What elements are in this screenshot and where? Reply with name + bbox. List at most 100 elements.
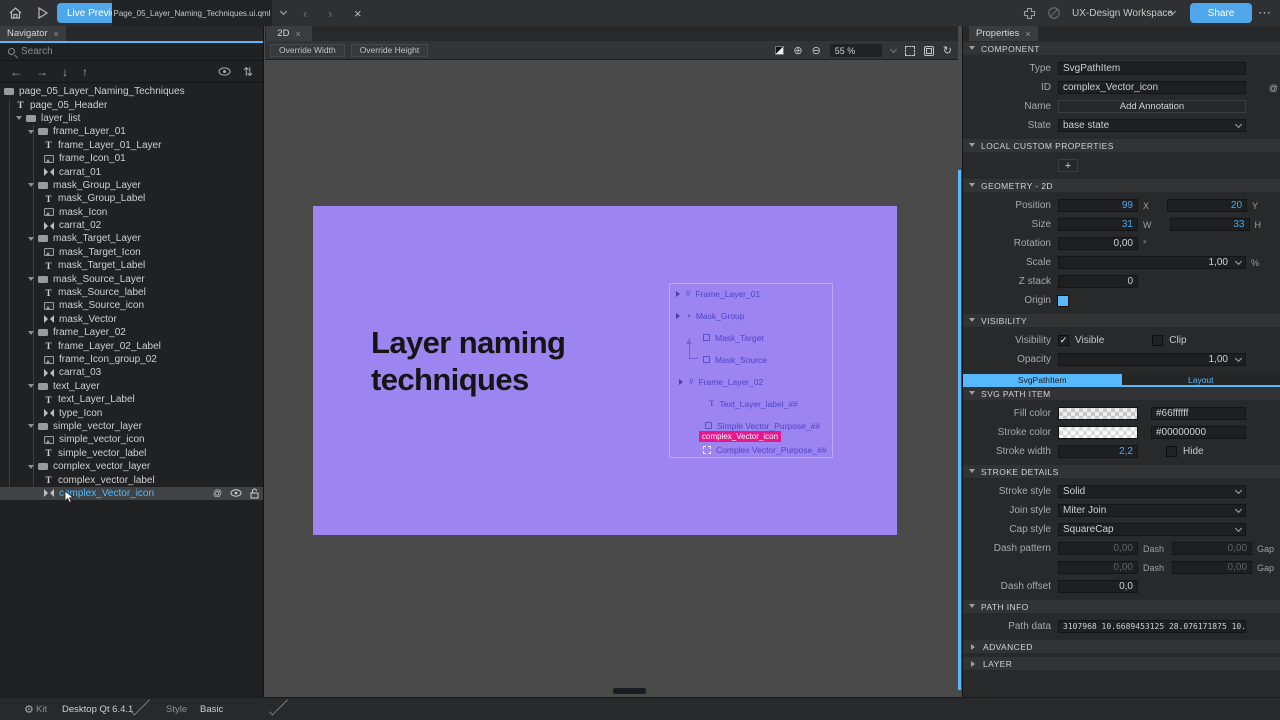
tab-navigator[interactable]: Navigator × (0, 26, 66, 41)
tree-item[interactable]: Ttext_Layer_Label (0, 393, 263, 406)
tree-item[interactable]: carrat_03 (0, 366, 263, 379)
clip-checkbox[interactable] (1152, 335, 1163, 346)
section-svg-path-item[interactable]: SVG PATH ITEM (963, 387, 1280, 400)
section-visibility[interactable]: VISIBILITY (963, 314, 1280, 327)
close-tab-icon[interactable]: × (295, 29, 300, 39)
tree-item[interactable]: layer_list (0, 112, 263, 125)
panel-resize-divider[interactable] (958, 170, 961, 690)
tree-item[interactable]: Tpage_05_Header (0, 98, 263, 111)
close-tab-icon[interactable]: × (1025, 29, 1030, 39)
add-annotation-button[interactable]: Add Annotation (1058, 100, 1246, 113)
tree-item-selected[interactable]: complex_Vector_icon @ (0, 487, 263, 500)
move-left-icon[interactable]: ← (10, 65, 22, 79)
path-data-field[interactable]: 3107968 10.6689453125 28.076171875 10.66… (1058, 620, 1246, 633)
position-y-field[interactable]: 20 (1167, 199, 1247, 212)
section-layer[interactable]: LAYER (963, 657, 1280, 670)
visible-checkbox[interactable]: ✓ (1058, 335, 1069, 346)
section-advanced[interactable]: ADVANCED (963, 640, 1280, 653)
zoom-in-icon[interactable]: ⊕ (793, 44, 802, 57)
section-path-info[interactable]: PATH INFO (963, 600, 1280, 613)
tree-item[interactable]: Tmask_Source_label (0, 286, 263, 299)
dash-field[interactable]: 0,00 (1058, 561, 1138, 574)
artboard[interactable]: Layer naming techniques #Frame_Layer_01 … (313, 206, 897, 535)
zoom-chevron-icon[interactable] (890, 45, 897, 52)
workspace-selector[interactable]: UX-Design Workspace (1072, 0, 1173, 26)
tab-svgpathitem[interactable]: SvgPathItem (963, 374, 1122, 385)
tab-properties[interactable]: Properties × (969, 26, 1038, 41)
id-field[interactable]: complex_Vector_icon (1058, 81, 1246, 94)
fill-color-swatch[interactable] (1058, 407, 1138, 420)
stroke-color-swatch[interactable] (1058, 426, 1138, 439)
section-geometry[interactable]: GEOMETRY - 2D (963, 179, 1280, 192)
file-tab[interactable]: Page_05_Layer_Naming_Techniques.ui.qml (112, 0, 272, 26)
move-right-icon[interactable]: → (36, 65, 48, 79)
style-select[interactable]: Basic (200, 698, 223, 720)
type-field[interactable]: SvgPathItem (1058, 62, 1246, 75)
tree-item[interactable]: page_05_Layer_Naming_Techniques (0, 85, 263, 98)
close-tab-icon[interactable]: × (54, 29, 59, 39)
sort-icon[interactable]: ⇅ (243, 65, 253, 79)
search-input[interactable]: Search (21, 46, 53, 57)
tab-2d[interactable]: 2D × (266, 26, 312, 41)
fit-screen-icon[interactable] (905, 46, 915, 56)
stroke-hex-field[interactable]: #00000000 (1151, 426, 1246, 439)
cap-style-dropdown[interactable]: SquareCap (1058, 523, 1246, 536)
annotation-icon[interactable]: @ (1269, 83, 1278, 93)
lock-icon[interactable] (250, 488, 259, 499)
tree-item[interactable]: mask_Icon (0, 206, 263, 219)
forward-icon[interactable]: › (328, 0, 332, 26)
rotation-field[interactable]: 0,00 (1058, 237, 1138, 250)
dash-field[interactable]: 0,00 (1058, 542, 1138, 555)
close-document-icon[interactable]: × (354, 0, 362, 26)
zoom-level-select[interactable]: 55 % (830, 44, 882, 57)
kit-select[interactable]: Desktop Qt 6.4.1 (62, 698, 133, 720)
size-w-field[interactable]: 31 (1058, 218, 1138, 231)
stroke-width-field[interactable]: 2,2 (1058, 445, 1138, 458)
origin-selector[interactable] (1058, 296, 1068, 306)
home-icon[interactable] (8, 0, 23, 26)
dash-offset-field[interactable]: 0,0 (1058, 580, 1138, 593)
zoom-selection-icon[interactable] (924, 46, 934, 56)
section-component[interactable]: COMPONENT (963, 42, 1280, 55)
tree-item[interactable]: mask_Vector (0, 313, 263, 326)
tree-item[interactable]: Tsimple_vector_label (0, 447, 263, 460)
tree-item[interactable]: Tmask_Target_Label (0, 259, 263, 272)
section-stroke-details[interactable]: STROKE DETAILS (963, 465, 1280, 478)
tree-item[interactable]: mask_Target_Layer (0, 232, 263, 245)
move-down-icon[interactable]: ↓ (62, 65, 68, 79)
play-icon[interactable] (36, 0, 49, 26)
visibility-toggle-icon[interactable] (218, 67, 231, 76)
gap-field[interactable]: 0,00 (1172, 561, 1252, 574)
opacity-dropdown[interactable]: 1,00 (1058, 353, 1246, 366)
tree-item[interactable]: mask_Group_Layer (0, 179, 263, 192)
zoom-out-icon[interactable]: ⊖ (812, 44, 821, 57)
tree-item[interactable]: carrat_01 (0, 165, 263, 178)
position-x-field[interactable]: 99 (1058, 199, 1138, 212)
tree-item[interactable]: simple_vector_icon (0, 433, 263, 446)
eye-icon[interactable] (230, 489, 242, 497)
fill-hex-field[interactable]: #66ffffff (1151, 407, 1246, 420)
stroke-style-dropdown[interactable]: Solid (1058, 485, 1246, 498)
workspace-chevron-icon[interactable] (1170, 0, 1175, 26)
zstack-field[interactable]: 0 (1058, 275, 1138, 288)
override-width-button[interactable]: Override Width (270, 44, 345, 57)
hide-checkbox[interactable] (1166, 446, 1177, 457)
move-up-icon[interactable]: ↑ (82, 65, 88, 79)
share-button[interactable]: Share (1190, 3, 1252, 23)
reset-view-icon[interactable]: ↻ (943, 44, 952, 57)
state-dropdown[interactable]: base state (1058, 119, 1246, 132)
search-row[interactable]: Search (0, 43, 263, 61)
file-dropdown-chevron-icon[interactable] (281, 0, 286, 26)
size-h-field[interactable]: 33 (1170, 218, 1250, 231)
scale-dropdown[interactable]: 1,00 (1058, 256, 1246, 269)
tree-item[interactable]: mask_Source_icon (0, 299, 263, 312)
tree-item[interactable]: frame_Icon_group_02 (0, 353, 263, 366)
tree-item[interactable]: complex_vector_layer (0, 460, 263, 473)
tree-item[interactable]: carrat_02 (0, 219, 263, 232)
tree-item[interactable]: mask_Source_Layer (0, 272, 263, 285)
tree-item[interactable]: Tmask_Group_Label (0, 192, 263, 205)
tree-item[interactable]: Tframe_Layer_02_Label (0, 339, 263, 352)
tree-item[interactable]: frame_Layer_02 (0, 326, 263, 339)
back-icon[interactable]: ‹ (303, 0, 307, 26)
horizontal-scrollbar[interactable] (613, 688, 646, 694)
